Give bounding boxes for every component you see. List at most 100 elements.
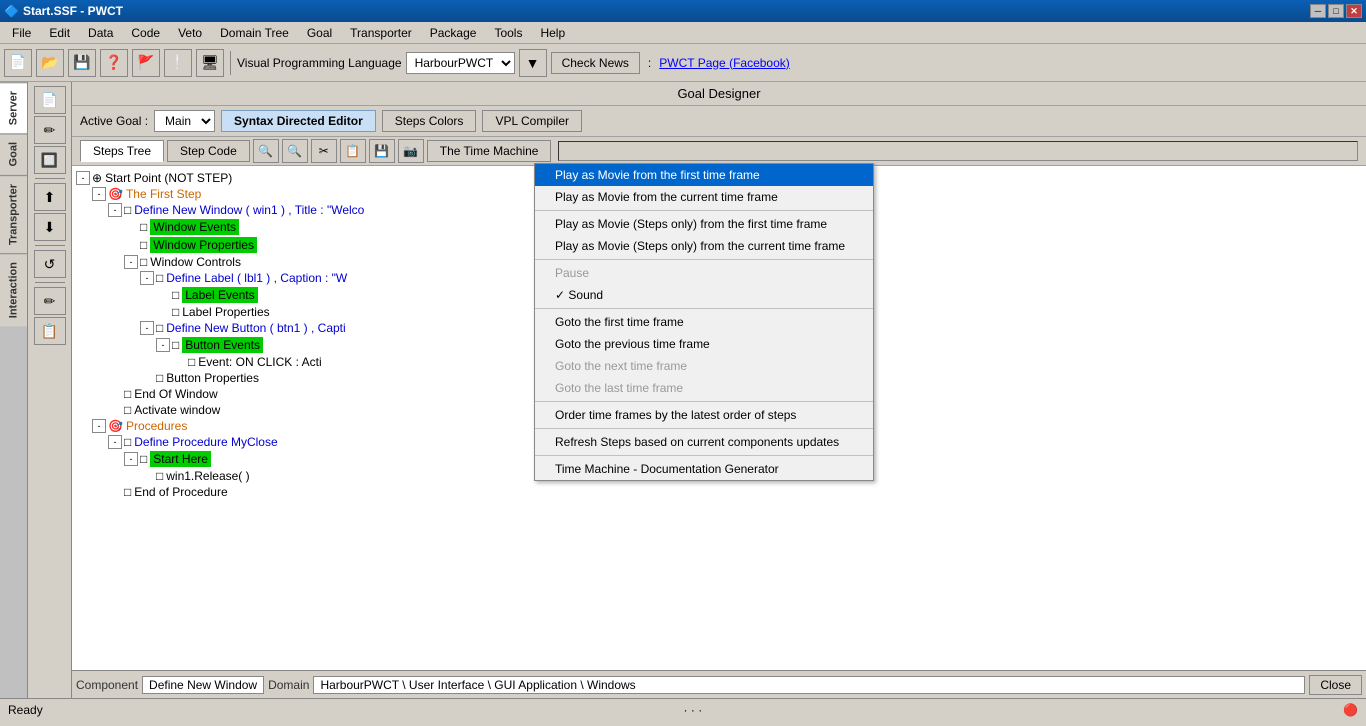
steps-scrollbar[interactable] (558, 141, 1358, 161)
label-props-label: Label Properties (182, 305, 269, 319)
label-events-icon: □ (172, 288, 179, 302)
tool-new-file[interactable]: 📄 (34, 86, 66, 114)
check-news-button[interactable]: Check News (551, 52, 640, 74)
tree-expand-start-here[interactable]: - (124, 452, 138, 466)
menu-transporter[interactable]: Transporter (342, 24, 420, 42)
goal-designer-header: Goal Designer (72, 82, 1366, 106)
menu-item-play-steps-first[interactable]: Play as Movie (Steps only) from the firs… (535, 213, 873, 235)
menu-item-play-first[interactable]: Play as Movie from the first time frame (535, 164, 873, 186)
step-code-tab[interactable]: Step Code (167, 140, 250, 162)
tool-box[interactable]: 🔲 (34, 146, 66, 174)
status-close-button[interactable]: Close (1309, 675, 1362, 695)
tab-syntax-directed-editor[interactable]: Syntax Directed Editor (221, 110, 376, 132)
sidebar-tab-interaction[interactable]: Interaction (0, 253, 27, 326)
save-button[interactable]: 💾 (68, 49, 96, 77)
tree-expand-define-proc[interactable]: - (108, 435, 122, 449)
menu-item-goto-last[interactable]: Goto the last time frame (535, 377, 873, 399)
exclaim-button[interactable]: ❕ (164, 49, 192, 77)
menu-item-refresh[interactable]: Refresh Steps based on current component… (535, 431, 873, 453)
tool-refresh[interactable]: ↺ (34, 250, 66, 278)
onclick-label: Event: ON CLICK : Acti (198, 355, 321, 369)
menu-item-goto-first[interactable]: Goto the first time frame (535, 311, 873, 333)
menu-item-play-current[interactable]: Play as Movie from the current time fram… (535, 186, 873, 208)
sidebar-tab-goal[interactable]: Goal (0, 133, 27, 174)
minimize-button[interactable]: ─ (1310, 4, 1326, 18)
tree-expand-startpoint[interactable]: - (76, 171, 90, 185)
vpl-dropdown[interactable]: ▼ (519, 49, 547, 77)
start-here-label: Start Here (150, 451, 211, 467)
menu-file[interactable]: File (4, 24, 39, 42)
menu-code[interactable]: Code (123, 24, 168, 42)
toolbar-separator (230, 51, 231, 75)
window-events-label: Window Events (150, 219, 239, 235)
zoom-in-button[interactable]: 🔍 (253, 139, 279, 163)
tree-expand-button-events[interactable]: - (156, 338, 170, 352)
sidebar-tab-transporter[interactable]: Transporter (0, 175, 27, 253)
sidebar-tab-server[interactable]: Server (0, 82, 27, 133)
activate-window-icon: □ (124, 403, 131, 417)
menu-item-goto-prev[interactable]: Goto the previous time frame (535, 333, 873, 355)
tool-up[interactable]: ⬆ (34, 183, 66, 211)
screen-button[interactable]: 🖥 (196, 49, 224, 77)
menu-package[interactable]: Package (422, 24, 485, 42)
screenshot-button[interactable]: 📷 (398, 139, 424, 163)
tool-pencil[interactable]: ✏ (34, 287, 66, 315)
menu-sep-1 (535, 210, 873, 211)
tool-down[interactable]: ⬇ (34, 213, 66, 241)
menu-goal[interactable]: Goal (299, 24, 340, 42)
new-button[interactable]: 📄 (4, 49, 32, 77)
end-proc-icon: □ (124, 485, 131, 499)
define-proc-icon: □ (124, 435, 131, 449)
zoom-out-button[interactable]: 🔍 (282, 139, 308, 163)
menu-data[interactable]: Data (80, 24, 121, 42)
tree-expand-define-label[interactable]: - (140, 271, 154, 285)
maximize-button[interactable]: □ (1328, 4, 1344, 18)
vpl-select[interactable]: HarbourPWCT (406, 52, 515, 74)
tree-expand-first-step[interactable]: - (92, 187, 106, 201)
define-label-icon: □ (156, 271, 163, 285)
button-events-icon: □ (172, 338, 179, 352)
title-bar-left: 🔷 Start.SSF - PWCT (4, 4, 123, 18)
tree-expand-procedures[interactable]: - (92, 419, 106, 433)
window-controls-icon: □ (140, 255, 147, 269)
tab-steps-colors[interactable]: Steps Colors (382, 110, 477, 132)
menu-domain-tree[interactable]: Domain Tree (212, 24, 297, 42)
tree-expand-window-controls[interactable]: - (124, 255, 138, 269)
time-machine-button[interactable]: The Time Machine (427, 140, 552, 162)
menu-item-play-steps-current[interactable]: Play as Movie (Steps only) from the curr… (535, 235, 873, 257)
open-button[interactable]: 📂 (36, 49, 64, 77)
steps-tree-tab[interactable]: Steps Tree (80, 140, 164, 162)
menu-item-sound[interactable]: Sound (535, 284, 873, 306)
active-goal-select[interactable]: Main (154, 110, 215, 132)
tool-clipboard[interactable]: 📋 (34, 317, 66, 345)
menu-bar: File Edit Data Code Veto Domain Tree Goa… (0, 22, 1366, 44)
steps-toolbar: Steps Tree Step Code 🔍 🔍 ✂ 📋 💾 📷 The Tim… (72, 137, 1366, 166)
title-bar-controls[interactable]: ─ □ ✕ (1310, 4, 1362, 18)
tab-vpl-compiler[interactable]: VPL Compiler (482, 110, 582, 132)
button-props-icon: □ (156, 371, 163, 385)
tree-expand-define-window[interactable]: - (108, 203, 122, 217)
menu-item-pause[interactable]: Pause (535, 262, 873, 284)
menu-tools[interactable]: Tools (486, 24, 530, 42)
help-button[interactable]: ❓ (100, 49, 128, 77)
tool-sep2 (35, 245, 65, 246)
menu-edit[interactable]: Edit (41, 24, 78, 42)
save-step-button[interactable]: 💾 (369, 139, 395, 163)
active-goal-row: Active Goal : Main Syntax Directed Edito… (72, 106, 1366, 137)
menu-item-order-frames[interactable]: Order time frames by the latest order of… (535, 404, 873, 426)
tool-edit[interactable]: ✏ (34, 116, 66, 144)
menu-veto[interactable]: Veto (170, 24, 210, 42)
copy-button[interactable]: 📋 (340, 139, 366, 163)
tree-expand-define-button[interactable]: - (140, 321, 154, 335)
define-window-label: Define New Window ( win1 ) , Title : "We… (134, 203, 364, 217)
menu-item-goto-next[interactable]: Goto the next time frame (535, 355, 873, 377)
menu-help[interactable]: Help (532, 24, 573, 42)
cut-button[interactable]: ✂ (311, 139, 337, 163)
startpoint-label: Start Point (NOT STEP) (105, 171, 232, 185)
close-button[interactable]: ✕ (1346, 4, 1362, 18)
flag-button[interactable]: 🚩 (132, 49, 160, 77)
menu-item-doc-gen[interactable]: Time Machine - Documentation Generator (535, 458, 873, 480)
pwct-link[interactable]: PWCT Page (Facebook) (659, 56, 790, 70)
menu-sep-4 (535, 401, 873, 402)
window-controls-label: Window Controls (150, 255, 241, 269)
